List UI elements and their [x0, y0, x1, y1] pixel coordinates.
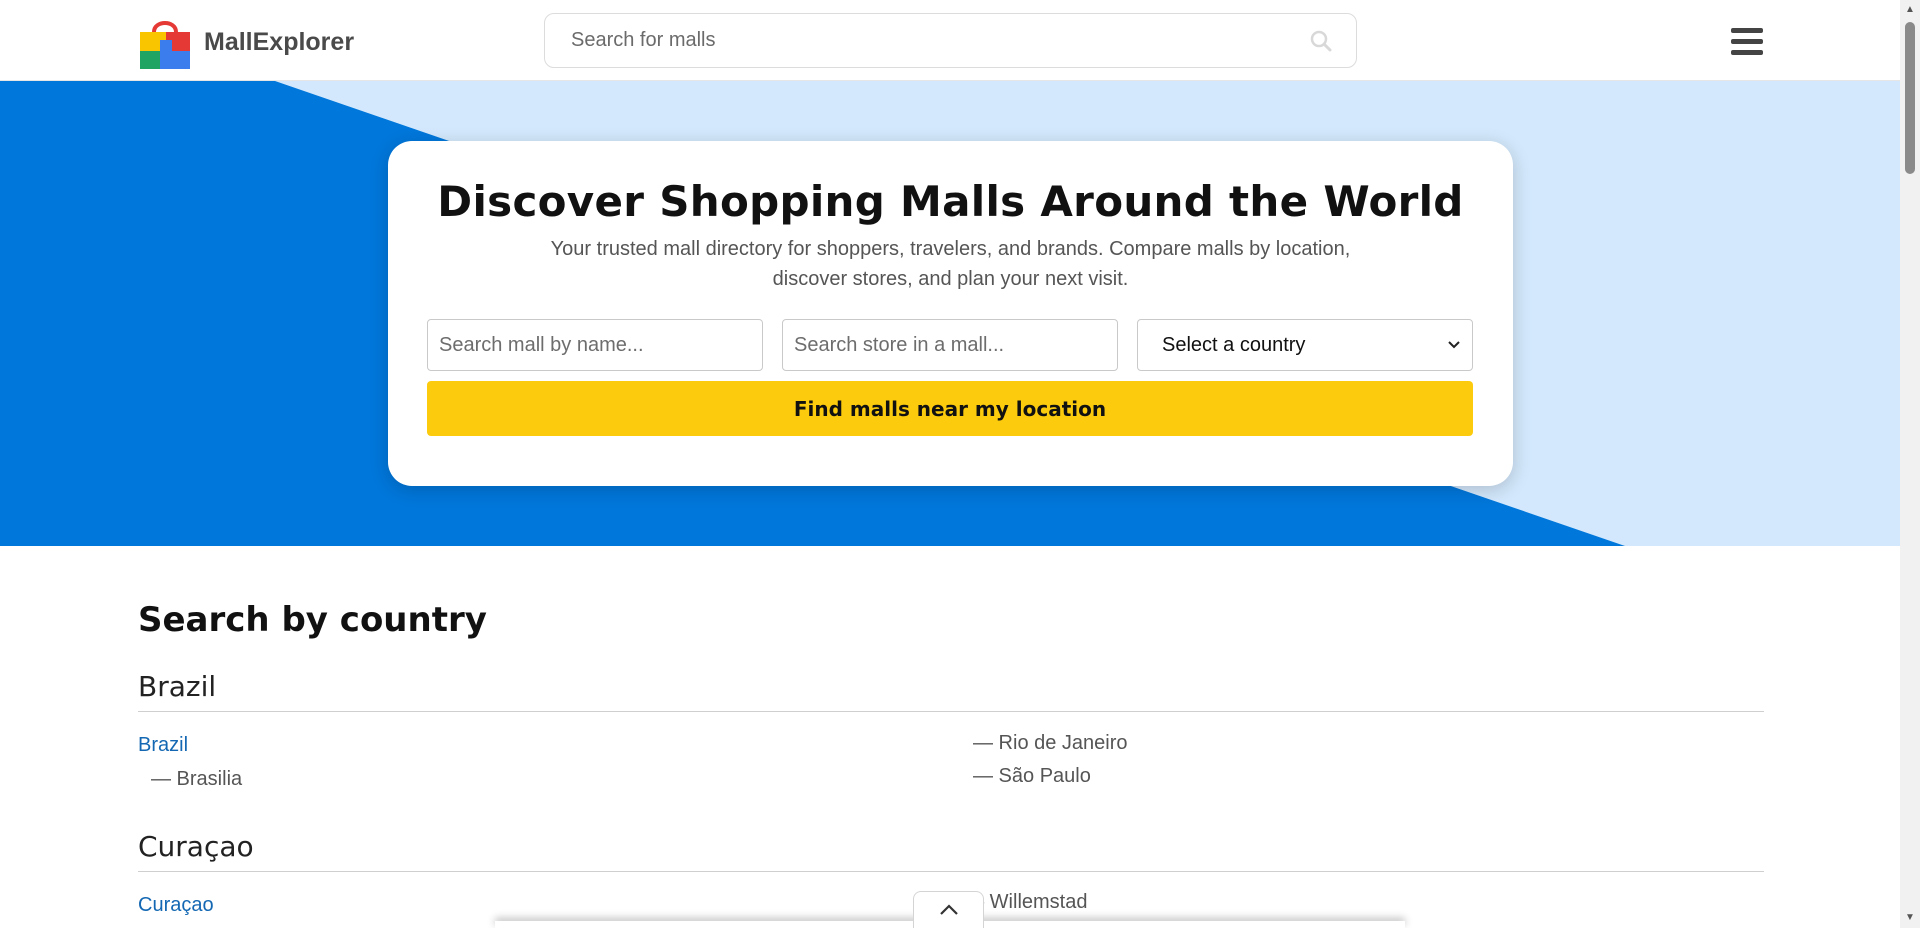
- city-link[interactable]: — Brasilia: [151, 768, 242, 791]
- countries-section: Search by country Brazil Brazil — Brasil…: [138, 600, 1764, 928]
- chevron-down-icon: [1448, 341, 1460, 349]
- chevron-up-icon: [939, 904, 958, 915]
- drawer-toggle[interactable]: [913, 891, 984, 928]
- hero-search-fields: Select a country: [427, 319, 1473, 371]
- country-select[interactable]: Select a country: [1137, 319, 1473, 371]
- menu-hamburger-icon[interactable]: [1731, 28, 1763, 56]
- hero-title: Discover Shopping Malls Around the World: [437, 177, 1464, 226]
- menu-bar: [1731, 39, 1763, 44]
- find-nearby-button[interactable]: Find malls near my location: [427, 381, 1473, 436]
- mall-name-field[interactable]: [427, 319, 763, 371]
- mall-name-input[interactable]: [439, 333, 762, 357]
- country-title: Curaçao: [138, 830, 1764, 872]
- section-heading: Search by country: [138, 600, 487, 640]
- country-link[interactable]: Curaçao: [138, 894, 214, 917]
- menu-bar: [1731, 50, 1763, 55]
- hero-subtitle: Your trusted mall directory for shoppers…: [550, 238, 1351, 290]
- brand-name: MallExplorer: [204, 27, 355, 56]
- country-block-brazil: Brazil Brazil — Brasilia — Rio de Janeir…: [138, 670, 1764, 830]
- page-scrollbar[interactable]: ▲ ▼: [1900, 0, 1920, 928]
- scroll-thumb[interactable]: [1905, 22, 1915, 174]
- city-link[interactable]: – Willemstad: [973, 891, 1087, 914]
- search-icon[interactable]: [1310, 30, 1332, 52]
- shopping-bag-icon: [140, 21, 190, 69]
- header-search[interactable]: [544, 13, 1357, 68]
- site-header: MallExplorer: [0, 0, 1900, 81]
- hero-card: Discover Shopping Malls Around the World…: [388, 141, 1513, 486]
- country-select-value: Select a country: [1162, 333, 1306, 356]
- hero-banner: Discover Shopping Malls Around the World…: [0, 81, 1900, 546]
- scroll-up-icon[interactable]: ▲: [1905, 4, 1915, 15]
- city-link[interactable]: — Rio de Janeiro: [973, 732, 1128, 755]
- header-search-input[interactable]: [545, 14, 1285, 67]
- store-field[interactable]: [782, 319, 1118, 371]
- brand-logo[interactable]: MallExplorer: [138, 14, 354, 70]
- menu-bar: [1731, 28, 1763, 33]
- scroll-down-icon[interactable]: ▼: [1905, 912, 1915, 923]
- country-title: Brazil: [138, 670, 1764, 712]
- city-link[interactable]: — São Paulo: [973, 765, 1091, 788]
- store-input[interactable]: [794, 333, 1117, 357]
- country-link[interactable]: Brazil: [138, 734, 188, 757]
